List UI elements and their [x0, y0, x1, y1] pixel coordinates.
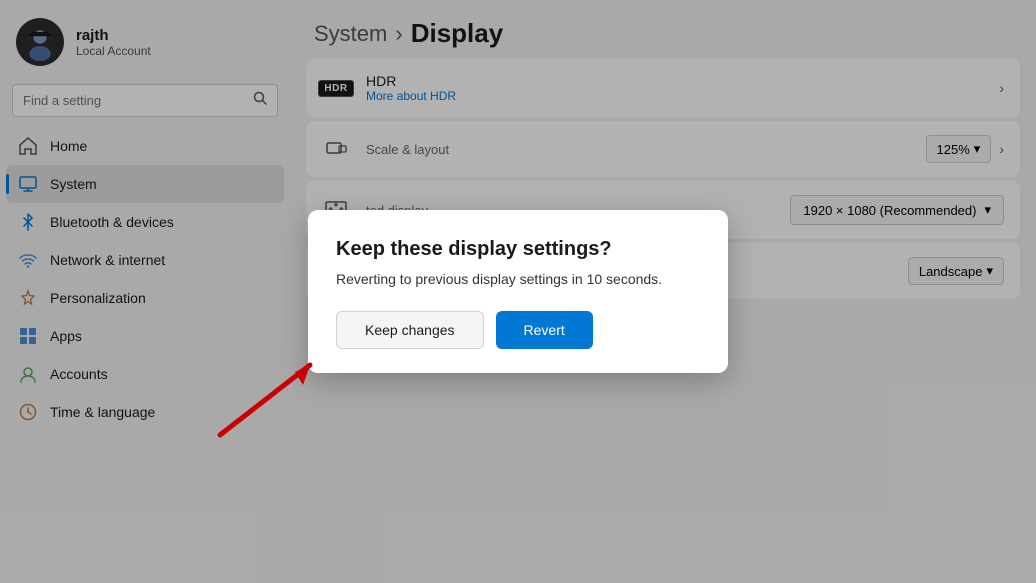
keep-changes-button[interactable]: Keep changes	[336, 311, 484, 349]
dialog-buttons: Keep changes Revert	[336, 311, 700, 349]
revert-button[interactable]: Revert	[496, 311, 593, 349]
dialog-message: Reverting to previous display settings i…	[336, 271, 700, 287]
dialog-overlay: Keep these display settings? Reverting t…	[0, 0, 1036, 583]
dialog-title: Keep these display settings?	[336, 238, 700, 261]
keep-settings-dialog: Keep these display settings? Reverting t…	[308, 210, 728, 373]
